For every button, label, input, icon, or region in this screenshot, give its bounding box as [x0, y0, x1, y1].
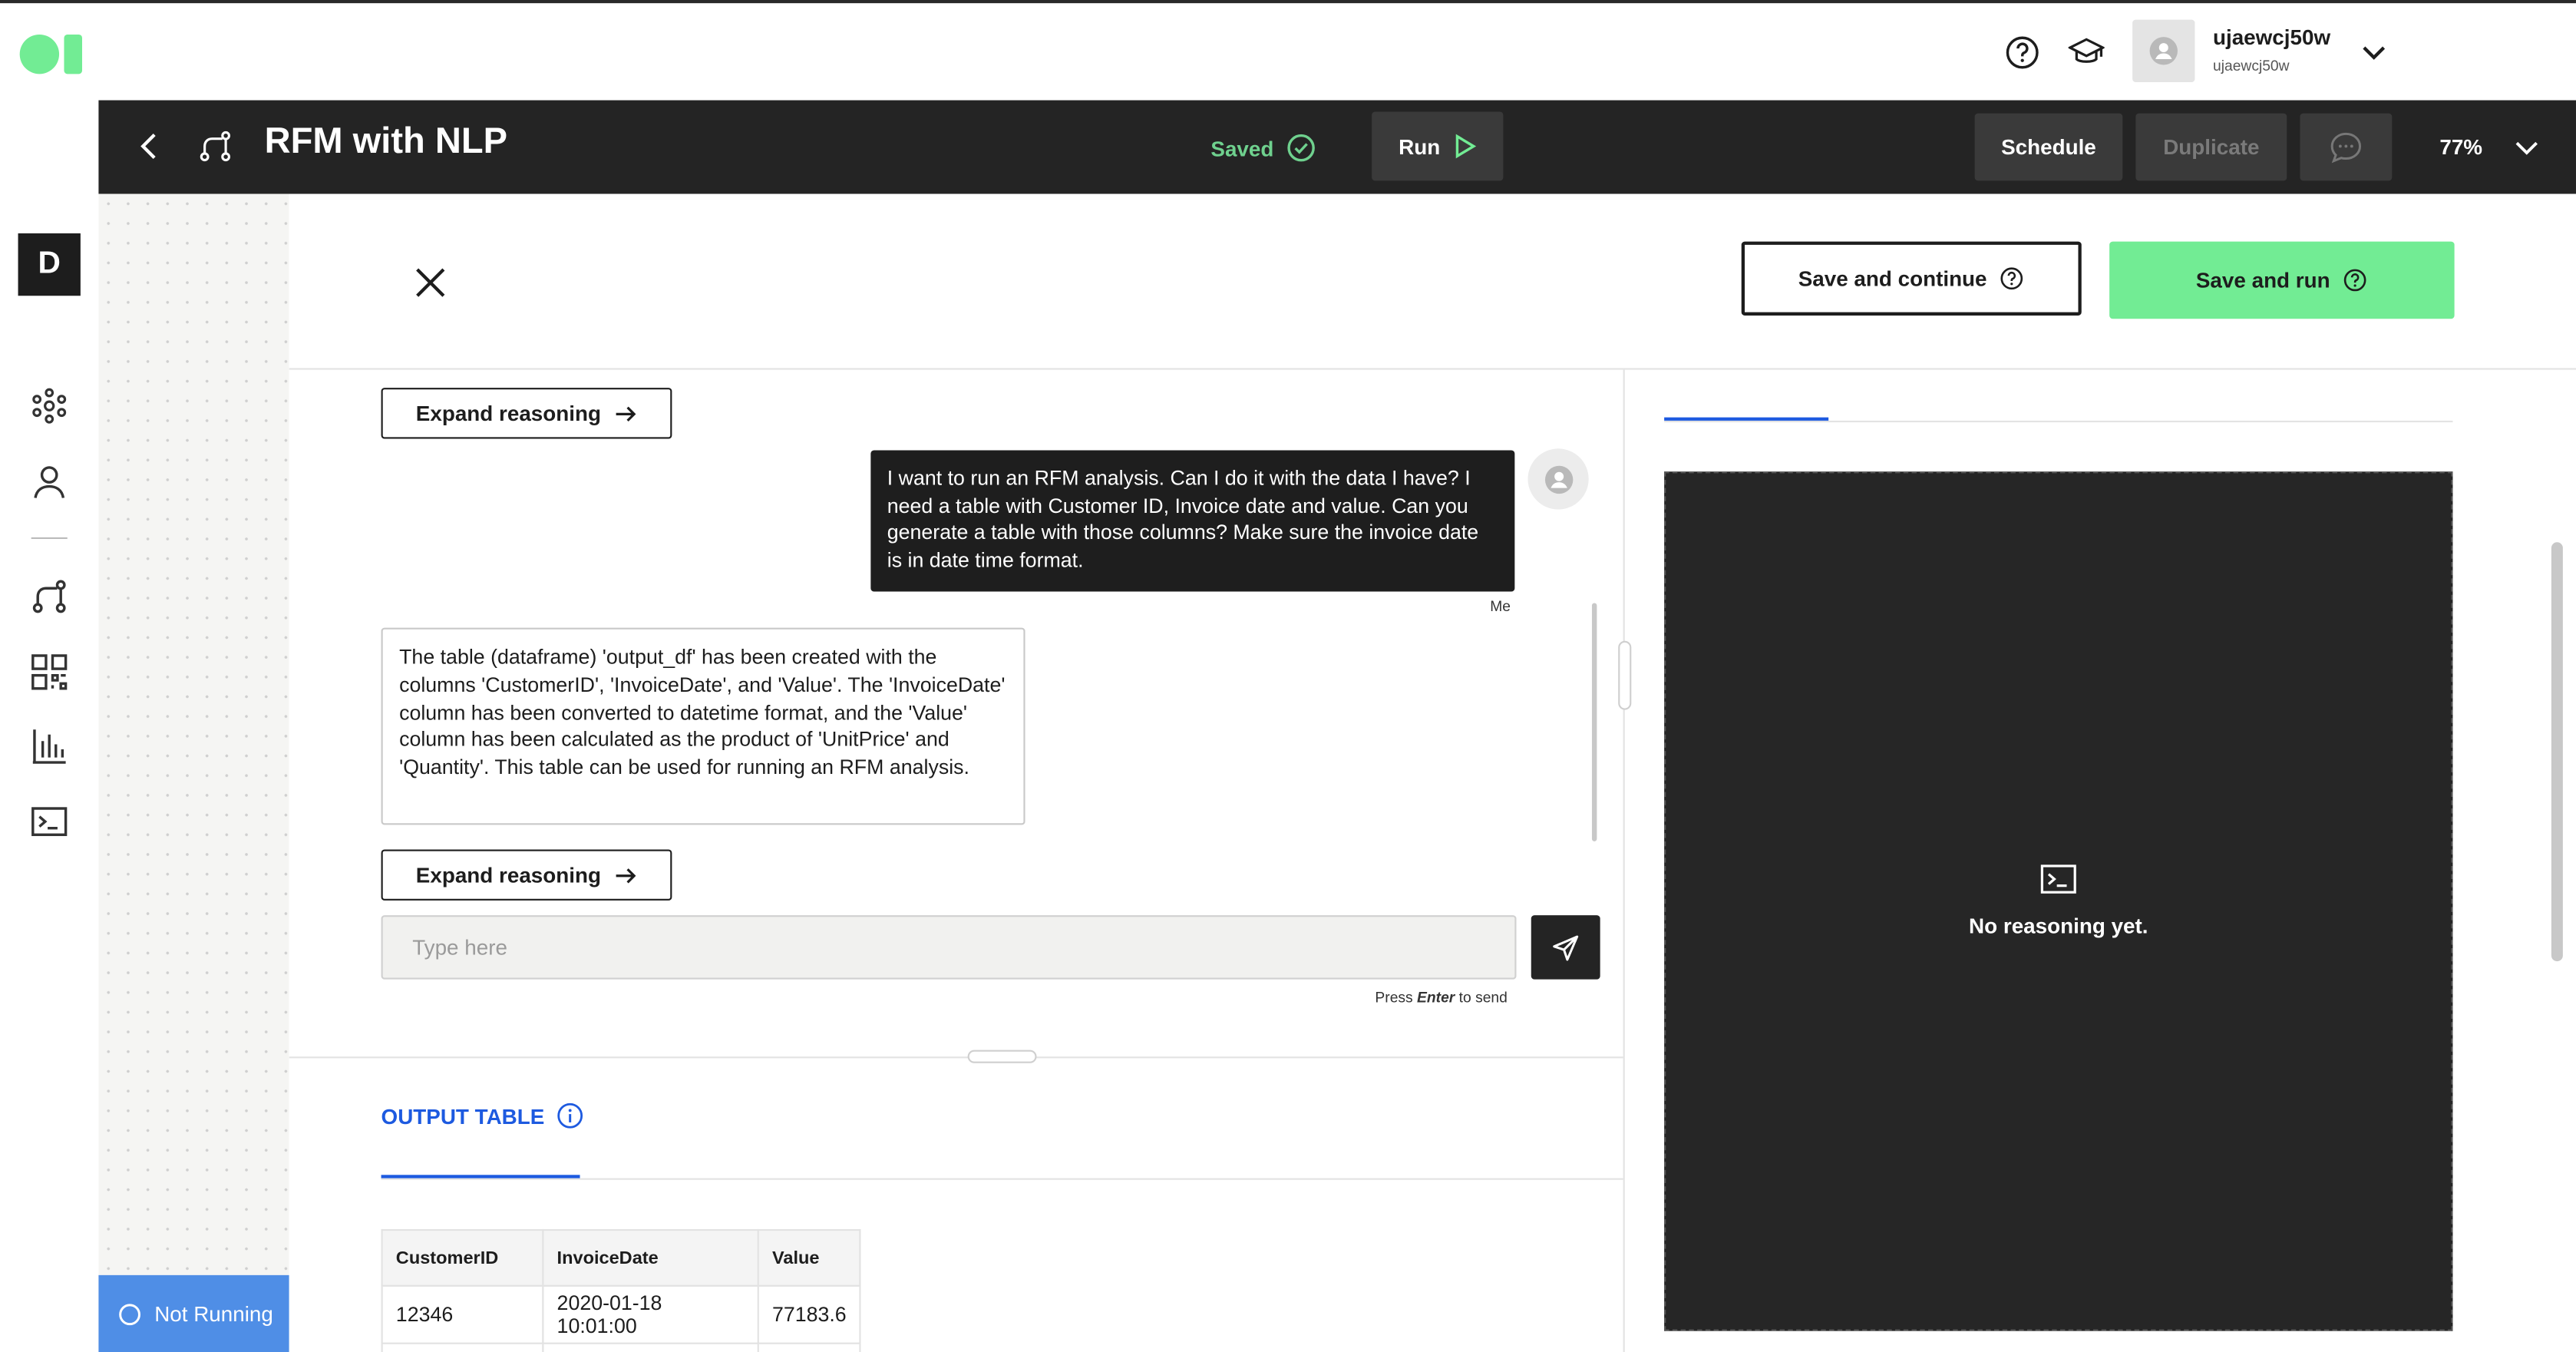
vertical-resize-handle[interactable]: [1618, 640, 1632, 710]
user-icon: [2149, 37, 2178, 65]
qr-grid-icon[interactable]: [30, 653, 69, 692]
saved-label: Saved: [1210, 135, 1274, 160]
section-divider: [289, 1056, 1623, 1059]
duplicate-button[interactable]: Duplicate: [2135, 113, 2287, 181]
table-cell: 12346: [381, 1284, 544, 1344]
send-hint-prefix: Press: [1375, 989, 1418, 1006]
chat-scrollbar[interactable]: [1591, 603, 1597, 841]
save-and-run-button[interactable]: Save and run: [2109, 241, 2455, 319]
table-cell: [757, 1342, 861, 1352]
run-button[interactable]: Run: [1372, 111, 1504, 181]
table-cell: 2020-01-18 10:01:00: [542, 1284, 759, 1344]
run-label: Run: [1399, 134, 1441, 159]
person-icon[interactable]: [30, 461, 69, 501]
play-icon: [1455, 134, 1476, 159]
send-hint-suffix: to send: [1455, 989, 1508, 1006]
panel-scrollbar[interactable]: [2551, 542, 2563, 962]
table-cell: [542, 1342, 759, 1352]
user-avatar: [1527, 448, 1589, 510]
network-icon[interactable]: [30, 386, 69, 425]
status-circle-icon: [119, 1303, 140, 1325]
send-button[interactable]: [1531, 915, 1600, 980]
tab-output-table[interactable]: OUTPUT TABLE: [381, 1102, 584, 1129]
modal-divider: [289, 368, 2576, 370]
output-table: CustomerID InvoiceDate Value 12346 2020-…: [381, 1228, 861, 1352]
user-subtitle: ujaewcj50w: [2212, 57, 2290, 74]
bar-chart-icon[interactable]: [30, 726, 69, 765]
table-header-row: CustomerID InvoiceDate Value: [381, 1228, 861, 1287]
graduation-cap-icon[interactable]: [2068, 35, 2105, 71]
column-header[interactable]: CustomerID: [381, 1228, 544, 1287]
save-and-continue-button[interactable]: Save and continue: [1741, 241, 2082, 316]
app-logo[interactable]: [18, 33, 84, 76]
check-circle-icon: [1288, 134, 1316, 162]
user-message-bubble: I want to run an RFM analysis. Can I do …: [870, 450, 1515, 592]
run-status-label: Not Running: [154, 1301, 273, 1327]
flow-icon: [200, 131, 230, 162]
reasoning-panel: [1664, 471, 2453, 1331]
rail-divider: [31, 537, 68, 540]
expand-reasoning-label: Expand reasoning: [415, 862, 602, 888]
save-and-continue-label: Save and continue: [1798, 266, 1987, 291]
panel-divider: [1623, 369, 1625, 1352]
flow-icon[interactable]: [30, 577, 69, 616]
expand-reasoning-label: Expand reasoning: [415, 401, 602, 426]
table-cell: 77183.6: [757, 1284, 861, 1344]
help-circle-icon: [2001, 267, 2024, 290]
active-tab-indicator: [381, 1175, 580, 1178]
table-cell: [381, 1342, 544, 1352]
help-circle-icon[interactable]: [2004, 35, 2040, 71]
column-header[interactable]: InvoiceDate: [542, 1228, 759, 1287]
reasoning-tab-bar: [1664, 420, 2453, 423]
assistant-message-bubble: The table (dataframe) 'output_df' has be…: [381, 627, 1025, 825]
reasoning-empty-state: No reasoning yet.: [1969, 914, 2148, 939]
send-hint-key: Enter: [1417, 989, 1455, 1006]
canvas-background[interactable]: [98, 193, 289, 1352]
column-header[interactable]: Value: [757, 1228, 861, 1287]
send-icon: [1553, 934, 1579, 960]
workspace-badge[interactable]: D: [18, 233, 81, 296]
comment-button[interactable]: [2300, 113, 2393, 181]
run-status[interactable]: Not Running: [98, 1274, 289, 1352]
user-icon: [1544, 464, 1573, 494]
chat-input[interactable]: [381, 915, 1517, 980]
table-row: [381, 1342, 861, 1352]
sender-label: Me: [1490, 598, 1511, 615]
terminal-icon[interactable]: [30, 802, 69, 841]
chevron-down-icon[interactable]: [2359, 39, 2389, 65]
output-tab-label: OUTPUT TABLE: [381, 1103, 545, 1129]
tab-bar-line: [381, 1178, 1623, 1180]
info-icon[interactable]: [557, 1102, 583, 1129]
close-icon[interactable]: [411, 263, 450, 302]
expand-reasoning-button[interactable]: Expand reasoning: [381, 849, 672, 901]
back-arrow-icon[interactable]: [135, 130, 165, 163]
expand-reasoning-button[interactable]: Expand reasoning: [381, 388, 672, 439]
avatar[interactable]: [2132, 19, 2195, 83]
save-and-run-label: Save and run: [2195, 267, 2330, 293]
table-row: 12346 2020-01-18 10:01:00 77183.6: [381, 1284, 861, 1344]
comment-icon: [2330, 131, 2362, 163]
arrow-right-icon: [616, 405, 636, 421]
reasoning-active-tab[interactable]: [1664, 417, 1829, 421]
page-title: RFM with NLP: [264, 120, 508, 161]
chevron-down-icon[interactable]: [2514, 135, 2540, 161]
help-circle-icon: [2344, 269, 2367, 292]
horizontal-resize-handle[interactable]: [967, 1050, 1037, 1063]
zoom-level[interactable]: 77%: [2439, 135, 2482, 160]
saved-status: Saved: [1210, 133, 1316, 163]
send-hint: Press Enter to send: [1375, 989, 1507, 1005]
schedule-button[interactable]: Schedule: [1974, 113, 2123, 181]
arrow-right-icon: [616, 868, 636, 883]
terminal-icon: [2040, 864, 2076, 894]
user-name[interactable]: ujaewcj50w: [2213, 25, 2330, 49]
